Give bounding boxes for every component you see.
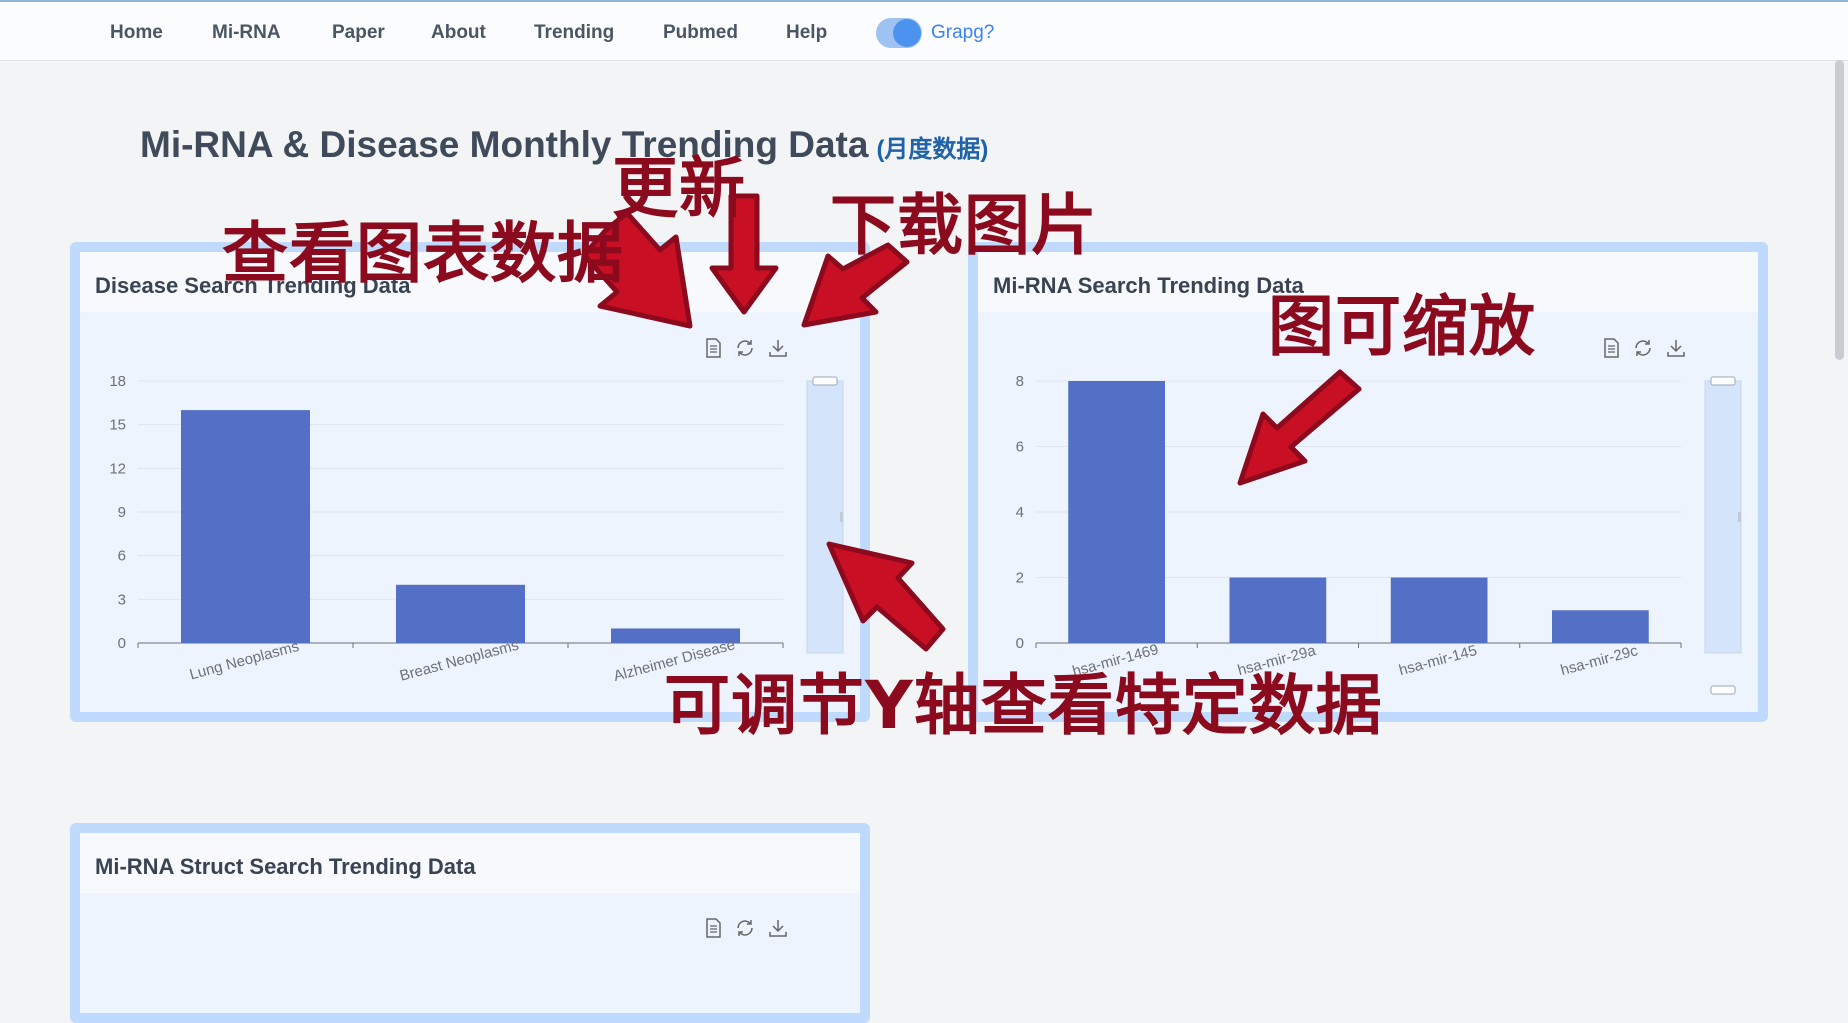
annotation-adjust-y: 可调节Y轴查看特定数据: [664, 667, 1383, 744]
arrow-adjust-y: [826, 541, 946, 652]
annotation-arrows: [581, 193, 1362, 652]
annotation-refresh: 更新: [612, 150, 746, 227]
arrow-zoom: [1237, 369, 1362, 486]
annotation-zoom: 图可缩放: [1268, 288, 1536, 365]
annotation-data-view: 查看图表数据: [222, 215, 624, 292]
annotation-download: 下载图片: [830, 187, 1098, 264]
